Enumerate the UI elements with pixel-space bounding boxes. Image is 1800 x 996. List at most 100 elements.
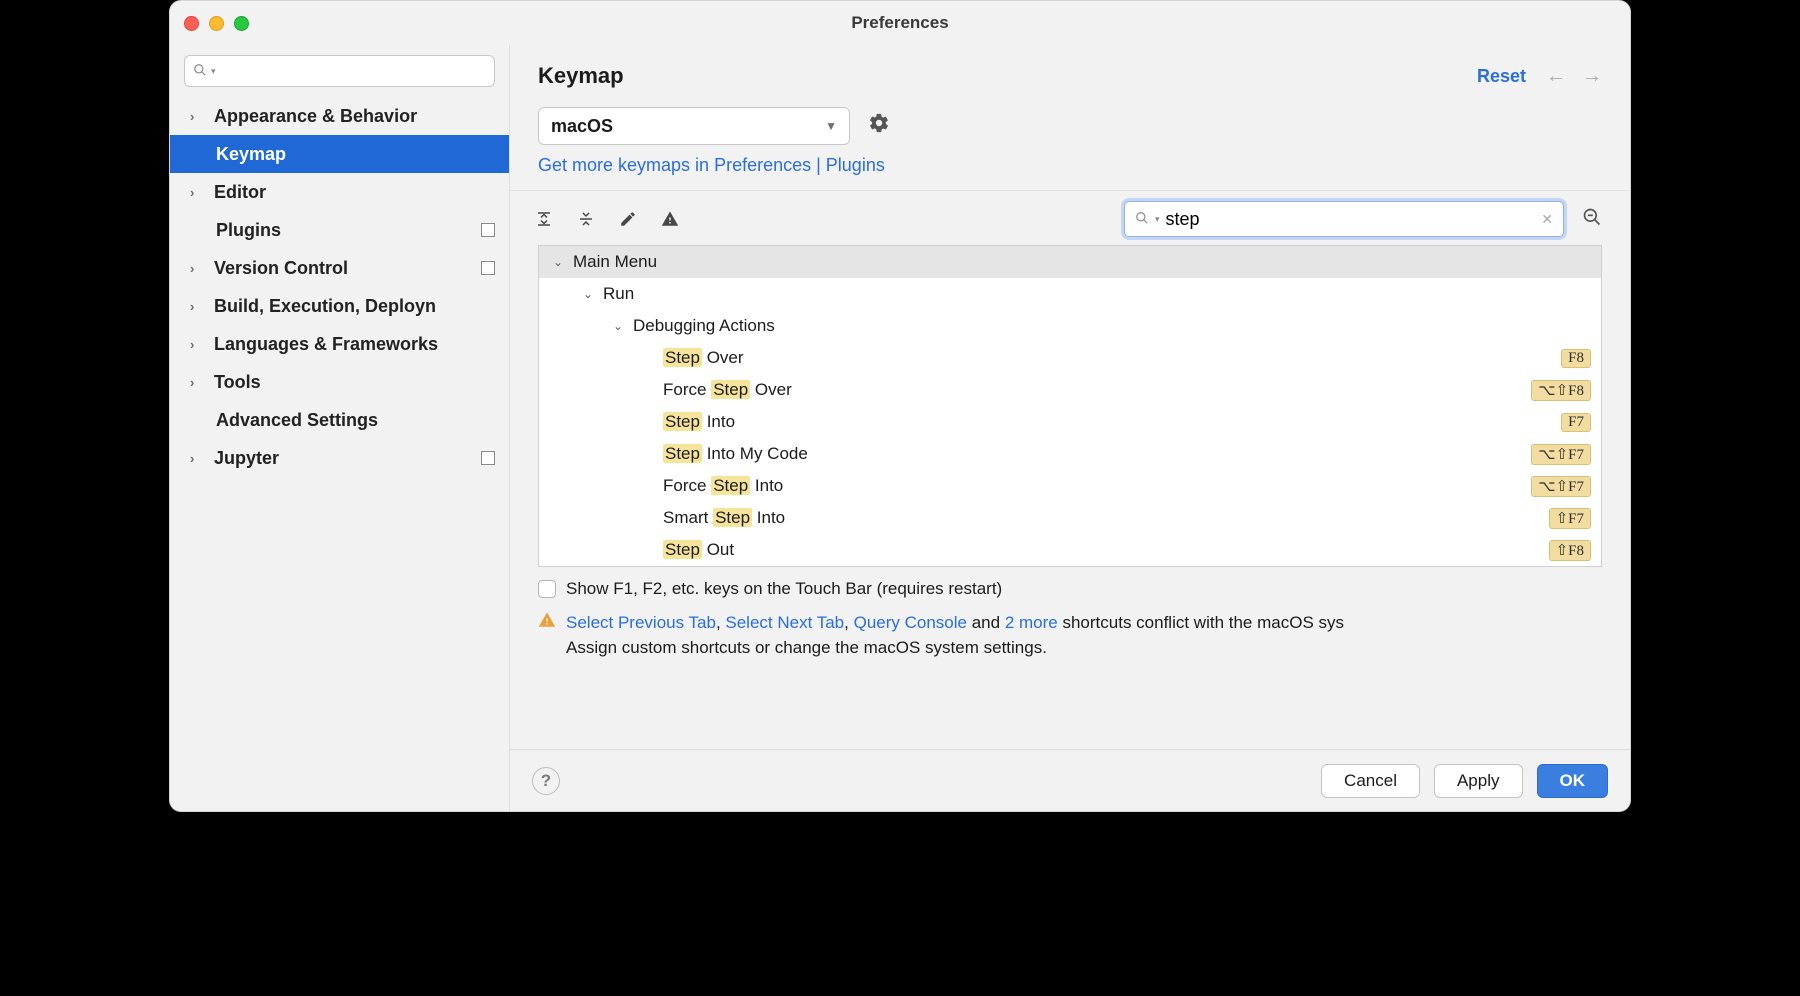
conflict-link[interactable]: Select Previous Tab: [566, 613, 716, 632]
sidebar-item[interactable]: › Tools: [170, 363, 509, 401]
tree-row[interactable]: Smart Step Into ⇧F7: [539, 502, 1601, 534]
action-search[interactable]: ▾ ✕: [1124, 201, 1564, 237]
conflict-link[interactable]: Query Console: [854, 613, 967, 632]
tree-row[interactable]: Step Into My Code ⌥⇧F7: [539, 438, 1601, 470]
window-title: Preferences: [170, 13, 1630, 33]
project-badge-icon: [481, 261, 495, 275]
tree-row[interactable]: Step Over F8: [539, 342, 1601, 374]
tree-row[interactable]: ⌄ Run: [539, 278, 1601, 310]
sidebar-item[interactable]: › Languages & Frameworks: [170, 325, 509, 363]
chevron-right-icon: ›: [190, 299, 204, 314]
page-title: Keymap: [538, 63, 624, 89]
action-search-input[interactable]: [1166, 209, 1536, 230]
chevron-right-icon: ›: [190, 185, 204, 200]
tree-row-label: Force Step Over: [663, 380, 792, 400]
touchbar-checkbox[interactable]: [538, 580, 556, 598]
help-button[interactable]: ?: [532, 767, 560, 795]
tree-row-label: Step Into My Code: [663, 444, 808, 464]
forward-arrow-icon[interactable]: →: [1582, 65, 1602, 88]
sidebar-search[interactable]: ▾: [184, 55, 495, 87]
chevron-down-icon: ⌄: [611, 319, 625, 333]
tree-row[interactable]: ⌄ Debugging Actions: [539, 310, 1601, 342]
conflict-text: Select Previous Tab, Select Next Tab, Qu…: [566, 611, 1344, 660]
sidebar-item[interactable]: › Build, Execution, Deployn: [170, 287, 509, 325]
apply-button[interactable]: Apply: [1434, 764, 1523, 798]
edit-icon[interactable]: [618, 209, 638, 229]
tree-row-label: Step Into: [663, 412, 735, 432]
warning-icon[interactable]: [660, 209, 680, 229]
keymap-profile-dropdown[interactable]: macOS ▼: [538, 107, 850, 145]
keymap-profile-value: macOS: [551, 116, 613, 137]
shortcut-badge: ⇧F7: [1549, 508, 1591, 529]
find-by-shortcut-icon[interactable]: [1582, 207, 1602, 232]
conflict-link[interactable]: 2 more: [1005, 613, 1058, 632]
chevron-down-icon: ▼: [825, 119, 837, 133]
sidebar-item-label: Languages & Frameworks: [214, 334, 438, 355]
tree-row-label: Step Out: [663, 540, 734, 560]
sidebar-item-label: Tools: [214, 372, 261, 393]
touchbar-checkbox-label: Show F1, F2, etc. keys on the Touch Bar …: [566, 579, 1002, 599]
tree-row-label: Step Over: [663, 348, 744, 368]
project-badge-icon: [481, 451, 495, 465]
sidebar-item-label: Keymap: [216, 144, 286, 165]
shortcut-badge: ⇧F8: [1549, 540, 1591, 561]
chevron-right-icon: ›: [190, 375, 204, 390]
chevron-down-icon: ⌄: [551, 255, 565, 269]
search-icon: [1135, 211, 1149, 228]
sidebar-item[interactable]: › Editor: [170, 173, 509, 211]
cancel-button[interactable]: Cancel: [1321, 764, 1420, 798]
tree-row[interactable]: Step Out ⇧F8: [539, 534, 1601, 566]
preferences-window: Preferences ▾ › Appearance & Behavior Keym…: [169, 0, 1631, 812]
ok-button[interactable]: OK: [1537, 764, 1609, 798]
action-tree[interactable]: ⌄ Main Menu ⌄ Run ⌄ Debugging Actions Step Ove…: [538, 245, 1602, 567]
sidebar-item-label: Build, Execution, Deployn: [214, 296, 436, 317]
sidebar-item-label: Editor: [214, 182, 266, 203]
tree-row-label: Smart Step Into: [663, 508, 785, 528]
shortcut-badge: ⌥⇧F7: [1531, 444, 1591, 465]
sidebar-search-input[interactable]: [220, 63, 486, 80]
chevron-down-icon: ⌄: [581, 287, 595, 301]
gear-icon[interactable]: [868, 112, 890, 140]
sidebar-item[interactable]: Advanced Settings: [170, 401, 509, 439]
shortcut-badge: F7: [1561, 413, 1591, 432]
shortcut-badge: ⌥⇧F7: [1531, 476, 1591, 497]
main-panel: Keymap Reset ← → macOS ▼: [510, 45, 1630, 811]
clear-icon[interactable]: ✕: [1541, 211, 1553, 228]
tree-row-label: Main Menu: [573, 252, 657, 272]
tree-row[interactable]: ⌄ Main Menu: [539, 246, 1601, 278]
chevron-right-icon: ›: [190, 261, 204, 276]
tree-row[interactable]: Step Into F7: [539, 406, 1601, 438]
titlebar: Preferences: [170, 1, 1630, 45]
tree-row-label: Force Step Into: [663, 476, 783, 496]
tree-row-label: Debugging Actions: [633, 316, 775, 336]
sidebar-item-label: Advanced Settings: [216, 410, 378, 431]
dropdown-caret-icon: ▾: [1155, 214, 1160, 225]
shortcut-badge: F8: [1561, 349, 1591, 368]
dropdown-caret-icon: ▾: [211, 66, 216, 77]
sidebar-item-label: Jupyter: [214, 448, 279, 469]
collapse-all-icon[interactable]: [576, 209, 596, 229]
sidebar-item-label: Appearance & Behavior: [214, 106, 417, 127]
sidebar-item-label: Plugins: [216, 220, 281, 241]
tree-row[interactable]: Force Step Into ⌥⇧F7: [539, 470, 1601, 502]
reset-link[interactable]: Reset: [1477, 66, 1526, 87]
search-icon: [193, 63, 207, 80]
chevron-right-icon: ›: [190, 109, 204, 124]
more-keymaps-link[interactable]: Get more keymaps in Preferences | Plugin…: [538, 155, 885, 175]
back-arrow-icon[interactable]: ←: [1546, 65, 1566, 88]
sidebar-item-label: Version Control: [214, 258, 348, 279]
tree-row[interactable]: Force Step Over ⌥⇧F8: [539, 374, 1601, 406]
chevron-right-icon: ›: [190, 451, 204, 466]
sidebar-item[interactable]: › Appearance & Behavior: [170, 97, 509, 135]
sidebar-item[interactable]: Keymap: [170, 135, 509, 173]
chevron-right-icon: ›: [190, 337, 204, 352]
conflict-link[interactable]: Select Next Tab: [725, 613, 844, 632]
expand-all-icon[interactable]: [534, 209, 554, 229]
sidebar-item[interactable]: › Version Control: [170, 249, 509, 287]
sidebar-item[interactable]: › Jupyter: [170, 439, 509, 477]
shortcut-badge: ⌥⇧F8: [1531, 380, 1591, 401]
tree-row-label: Run: [603, 284, 634, 304]
sidebar-item[interactable]: Plugins: [170, 211, 509, 249]
warning-icon: [538, 611, 556, 634]
sidebar: ▾ › Appearance & Behavior Keymap › Editor Plu…: [170, 45, 510, 811]
